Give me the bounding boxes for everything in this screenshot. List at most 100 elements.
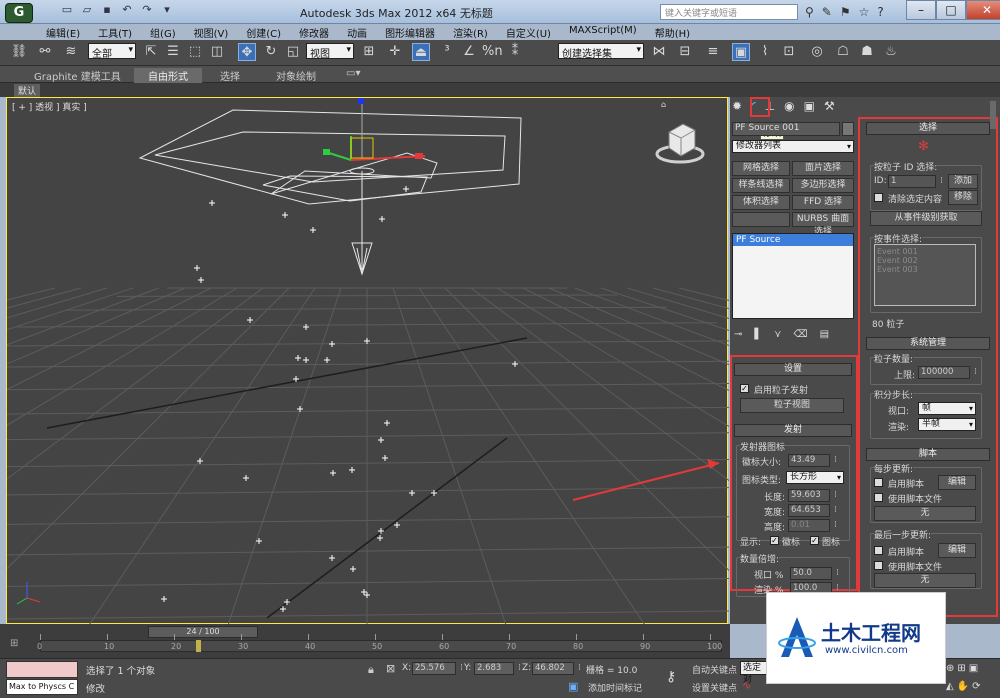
maximize-button[interactable]: □ (936, 0, 966, 20)
dropdown-icon[interactable]: ▾ (160, 3, 174, 17)
snap-3d-icon[interactable]: ³ (438, 43, 456, 61)
nurbs-select-button[interactable]: NURBS 曲面选择 (792, 212, 854, 237)
pin-stack-icon[interactable]: ⊸ (734, 329, 742, 340)
orbit-icon[interactable]: ⟳ (972, 681, 980, 692)
edit-script-button-2[interactable]: 编辑 (938, 543, 976, 558)
limit-spinner[interactable]: 100000 (918, 366, 977, 379)
enable-script-checkbox-1[interactable] (874, 478, 883, 487)
viewcube[interactable] (655, 120, 705, 164)
window-crossing-icon[interactable]: ◫ (208, 43, 226, 61)
modifier-stack[interactable]: PF Source (732, 233, 854, 319)
layer-manager-icon[interactable]: ≡ (704, 43, 722, 61)
motion-tab-icon[interactable]: ◉ (784, 99, 794, 113)
pan-icon[interactable]: ✋ (957, 681, 969, 692)
script-file-button-1[interactable]: 无 (874, 506, 976, 521)
use-script-file-checkbox-1[interactable] (874, 493, 883, 502)
empty-modifier-button[interactable] (732, 212, 790, 227)
length-spinner[interactable]: 59.603 (788, 489, 837, 502)
integration-render-dropdown[interactable]: 半帧 (918, 418, 976, 431)
clear-selected-checkbox[interactable] (874, 193, 883, 202)
pivot-center-icon[interactable]: ⊞ (360, 43, 378, 61)
width-spinner[interactable]: 64.653 (788, 504, 837, 517)
spinner-snap-icon[interactable]: ⁑ (506, 43, 524, 61)
use-script-file-checkbox-2[interactable] (874, 561, 883, 570)
curve-editor-icon[interactable]: ⌇ (756, 43, 774, 61)
height-spinner[interactable]: 0.01 (788, 519, 837, 532)
set-key-label[interactable]: 设置关键点 (692, 681, 737, 694)
show-end-result-icon[interactable]: ▌ (754, 329, 762, 340)
menu-item[interactable]: 组(G) (144, 24, 188, 40)
mini-curve-editor-icon[interactable]: ⊞ (10, 638, 24, 652)
enable-script-checkbox-2[interactable] (874, 546, 883, 555)
bind-spacewarp-icon[interactable]: ≋ (62, 43, 80, 61)
minimize-button[interactable]: – (906, 0, 936, 20)
select-by-name-icon[interactable]: ☰ (164, 43, 182, 61)
particle-view-button[interactable]: 粒子视图 (740, 398, 844, 413)
perspective-viewport[interactable]: ⌂ (0, 97, 1000, 659)
favorites-icon[interactable]: ☆ (859, 5, 870, 19)
modifier-list-dropdown[interactable]: 修改器列表 (732, 140, 854, 153)
time-tag-icon[interactable]: ▣ (568, 680, 578, 693)
zoom-all-icon[interactable]: ⊞ (957, 663, 965, 674)
selection-rollout-header[interactable]: 选择 (866, 122, 990, 135)
key-mode-icon[interactable]: ∿ (742, 679, 751, 692)
percent-snap-icon[interactable]: %n (482, 43, 503, 61)
remove-modifier-icon[interactable]: ⌫ (793, 329, 807, 340)
menu-item[interactable]: MAXScript(M) (563, 24, 649, 40)
display-tab-icon[interactable]: ▣ (804, 99, 815, 113)
menu-item[interactable]: 编辑(E) (40, 24, 92, 40)
patch-select-button[interactable]: 面片选择 (792, 161, 854, 176)
material-editor-icon[interactable]: ◎ (808, 43, 826, 61)
z-coord[interactable]: 46.802 (532, 662, 581, 675)
keyboard-shortcut-icon[interactable]: ⏏ (412, 43, 430, 61)
lock-icon[interactable]: 🔒︎ (368, 663, 374, 677)
tab-selection[interactable]: 选择 (220, 68, 240, 83)
select-rotate-icon[interactable]: ↻ (262, 43, 280, 61)
menu-item[interactable]: 渲染(R) (447, 24, 500, 40)
link-icon[interactable]: ⛓ (10, 43, 28, 61)
comm-center-icon[interactable]: ⚑ (840, 5, 851, 19)
list-item[interactable]: Event 002 (877, 256, 973, 265)
ffd-select-button[interactable]: FFD 选择 (792, 195, 854, 210)
unlink-icon[interactable]: ⚯ (36, 43, 54, 61)
auto-key-label[interactable]: 自动关键点 (692, 663, 737, 676)
setup-rollout-header[interactable]: 设置 (734, 363, 852, 376)
undo-icon[interactable]: ↶ (120, 3, 134, 17)
menu-item[interactable]: 帮助(H) (649, 24, 702, 40)
render-setup-icon[interactable]: ☖ (834, 43, 852, 61)
named-selection-dropdown[interactable]: 创建选择集 (558, 43, 644, 60)
x-coord[interactable]: 25.576 (412, 662, 463, 675)
remove-id-button[interactable]: 移除 (948, 190, 978, 205)
align-icon[interactable]: ⊟ (676, 43, 694, 61)
select-manipulate-icon[interactable]: ✛ (386, 43, 404, 61)
viewport-label[interactable]: [ + ] 透视 ] 真实 ] (12, 100, 87, 113)
menu-item[interactable]: 图形编辑器 (379, 24, 447, 40)
stack-item-pf-source[interactable]: PF Source (733, 234, 853, 246)
spline-select-button[interactable]: 样条线选择 (732, 178, 790, 193)
vol-select-button[interactable]: 体积选择 (732, 195, 790, 210)
fov-icon[interactable]: ◭ (946, 681, 954, 692)
open-file-icon[interactable]: ▱ (80, 3, 94, 17)
gizmo[interactable] (323, 98, 426, 161)
display-icon-checkbox[interactable]: ✓ (810, 536, 819, 545)
tab-object-paint[interactable]: 对象绘制 (276, 68, 316, 83)
select-object-icon[interactable]: ⇱ (142, 43, 160, 61)
mirror-icon[interactable]: ⋈ (650, 43, 668, 61)
add-time-tag[interactable]: 添加时间标记 (588, 681, 642, 694)
absolute-mode-icon[interactable]: ⊠ (386, 662, 395, 675)
poly-select-button[interactable]: 多边形选择 (792, 178, 854, 193)
create-tab-icon[interactable]: ✹ (732, 99, 742, 113)
list-item[interactable]: Event 003 (877, 265, 973, 274)
menu-item[interactable]: 修改器 (293, 24, 341, 40)
maxscript-listener-top[interactable] (6, 661, 78, 678)
list-item[interactable]: Event 001 (877, 247, 973, 256)
zoom-extents-icon[interactable]: ▣ (969, 663, 978, 674)
viewport-pct-spinner[interactable]: 50.0 (790, 567, 839, 580)
graphite-toggle-icon[interactable]: ▣ (732, 43, 750, 61)
tab-graphite[interactable]: Graphite 建模工具 (34, 68, 121, 83)
rect-selection-icon[interactable]: ⬚ (186, 43, 204, 61)
make-unique-icon[interactable]: ⋎ (774, 329, 781, 340)
script-rollout-header[interactable]: 脚本 (866, 448, 990, 461)
selection-filter-dropdown[interactable]: 全部 (88, 43, 136, 60)
emission-rollout-header[interactable]: 发射 (734, 424, 852, 437)
